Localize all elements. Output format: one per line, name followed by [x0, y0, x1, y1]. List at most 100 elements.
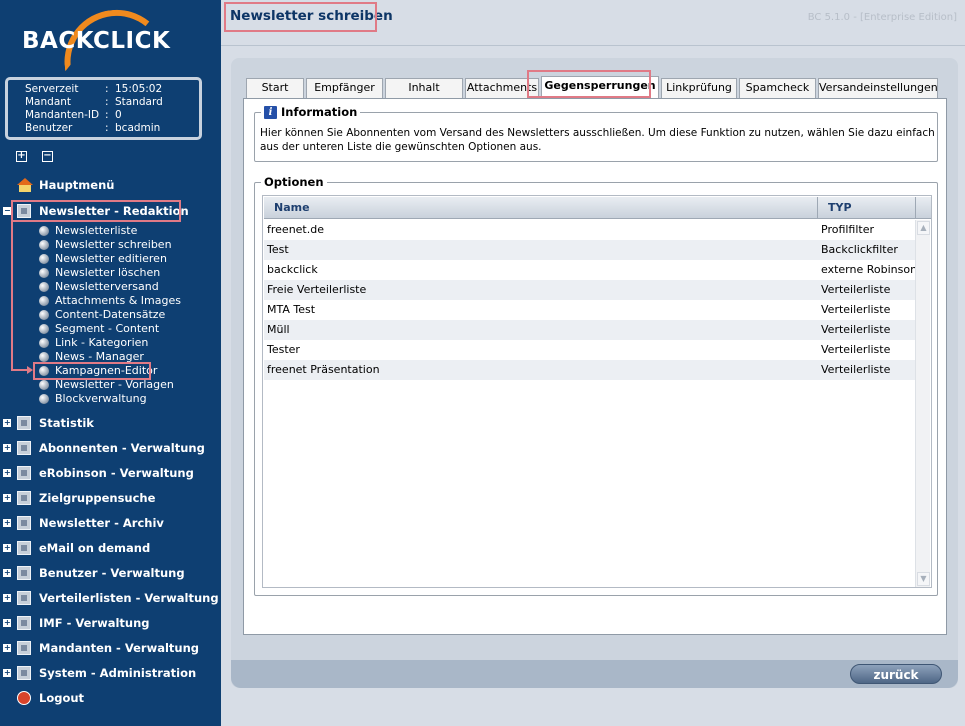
- bullet-icon: [39, 352, 49, 362]
- arrow-right-icon: [27, 366, 33, 374]
- folder-icon: [17, 516, 31, 530]
- tab-gegensperrungen[interactable]: Gegensperrungen: [541, 76, 659, 98]
- nav-newsletter-archiv[interactable]: + Newsletter - Archiv: [0, 513, 221, 533]
- nav-abonnenten-verwaltung[interactable]: + Abonnenten - Verwaltung: [0, 438, 221, 458]
- expand-toggle-icon[interactable]: +: [3, 469, 11, 477]
- version-label: BC 5.1.0 - [Enterprise Edition]: [807, 12, 957, 23]
- bullet-icon: [39, 366, 49, 376]
- nav-sub-attachments-images[interactable]: Attachments & Images: [39, 294, 181, 308]
- page-title: Newsletter schreiben: [230, 8, 393, 24]
- tab-content: i Information Hier können Sie Abonnenten…: [243, 98, 947, 635]
- info-row: Mandant: Standard: [25, 96, 163, 108]
- nav-sub-newsletter-vorlagen[interactable]: Newsletter - Vorlagen: [39, 378, 174, 392]
- content-area: Start Empfänger Inhalt Attachments Gegen…: [221, 46, 965, 726]
- nav-sub-kampagnen-editor[interactable]: Kampagnen-Editor: [39, 364, 157, 378]
- expand-toggle-icon[interactable]: +: [3, 594, 11, 602]
- bullet-icon: [39, 394, 49, 404]
- table-row[interactable]: Tester Verteilerliste: [264, 340, 916, 360]
- info-icon: i: [264, 105, 277, 119]
- tab-bar: Start Empfänger Inhalt Attachments Gegen…: [246, 76, 940, 98]
- nav-system-administration[interactable]: + System - Administration: [0, 663, 221, 683]
- scroll-down-icon[interactable]: ▼: [917, 572, 930, 586]
- nav-sub-newsletter-schreiben[interactable]: Newsletter schreiben: [39, 238, 172, 252]
- bullet-icon: [39, 310, 49, 320]
- expand-toggle-icon[interactable]: +: [3, 619, 11, 627]
- folder-open-icon: [17, 204, 31, 218]
- info-row: Mandanten-ID:0: [25, 109, 122, 121]
- expand-toggle-icon[interactable]: +: [3, 644, 11, 652]
- information-text: Hier können Sie Abonnenten vom Versand d…: [260, 127, 935, 153]
- tab-attachments[interactable]: Attachments: [465, 78, 539, 98]
- nav-sub-blockverwaltung[interactable]: Blockverwaltung: [39, 392, 147, 406]
- bullet-icon: [39, 282, 49, 292]
- collapse-all-button[interactable]: −: [42, 151, 53, 162]
- table-row[interactable]: backclickexterne Robinsonliste: [264, 260, 916, 280]
- nav-erobinson-verwaltung[interactable]: + eRobinson - Verwaltung: [0, 463, 221, 483]
- scroll-up-icon[interactable]: ▲: [917, 221, 930, 235]
- table-row[interactable]: freenet.de Profilfilter: [264, 220, 916, 240]
- expand-toggle-icon[interactable]: +: [3, 544, 11, 552]
- expand-toggle-icon[interactable]: +: [3, 419, 11, 427]
- folder-icon: [17, 591, 31, 605]
- expand-toggle-icon[interactable]: +: [3, 669, 11, 677]
- table-scrollbar[interactable]: ▲ ▼: [915, 220, 930, 587]
- table-row[interactable]: freenet Präsentation Verteilerliste: [264, 360, 916, 380]
- bullet-icon: [39, 296, 49, 306]
- nav-imf-verwaltung[interactable]: + IMF - Verwaltung: [0, 613, 221, 633]
- nav-sub-newsletterversand[interactable]: Newsletterversand: [39, 280, 159, 294]
- options-legend: Optionen: [261, 175, 327, 189]
- table-row[interactable]: MTA Test Verteilerliste: [264, 300, 916, 320]
- nav-sub-link-kategorien[interactable]: Link - Kategorien: [39, 336, 148, 350]
- nav-sub-news-manager[interactable]: News - Manager: [39, 350, 144, 364]
- backclick-logo: BACKCLICK: [20, 4, 180, 72]
- session-info-box: Serverzeit:15:05:02 Mandant: Standard Man…: [5, 77, 202, 140]
- bullet-icon: [39, 268, 49, 278]
- folder-icon: [17, 541, 31, 555]
- nav-newsletter-redaktion[interactable]: − Newsletter - Redaktion: [0, 201, 221, 221]
- tab-inhalt[interactable]: Inhalt: [385, 78, 463, 98]
- tab-empfaenger[interactable]: Empfänger: [306, 78, 383, 98]
- collapse-toggle-icon[interactable]: −: [3, 207, 11, 215]
- nav-logout[interactable]: Logout: [0, 688, 221, 708]
- bottom-bar: zurück: [231, 660, 958, 688]
- expand-toggle-icon[interactable]: +: [3, 519, 11, 527]
- nav-zielgruppensuche[interactable]: + Zielgruppensuche: [0, 488, 221, 508]
- tab-start[interactable]: Start: [246, 78, 304, 98]
- home-icon: [17, 178, 33, 192]
- column-header-typ[interactable]: TYP: [818, 197, 916, 218]
- nav-sub-newsletter-editieren[interactable]: Newsletter editieren: [39, 252, 167, 266]
- folder-icon: [17, 666, 31, 680]
- expand-toggle-icon[interactable]: +: [3, 444, 11, 452]
- table-row[interactable]: Test Backclickfilter: [264, 240, 916, 260]
- nav-sub-content-datensaetze[interactable]: Content-Datensätze: [39, 308, 165, 322]
- folder-icon: [17, 491, 31, 505]
- table-row[interactable]: Müll Verteilerliste: [264, 320, 916, 340]
- tab-linkpruefung[interactable]: Linkprüfung: [661, 78, 737, 98]
- tab-versandeinstellungen[interactable]: Versandeinstellungen: [818, 78, 938, 98]
- expand-toggle-icon[interactable]: +: [3, 569, 11, 577]
- nav-sub-segment-content[interactable]: Segment - Content: [39, 322, 159, 336]
- nav-sub-newsletterliste[interactable]: Newsletterliste: [39, 224, 137, 238]
- back-button[interactable]: zurück: [850, 664, 942, 684]
- table-header: Name TYP: [264, 197, 931, 219]
- nav-sub-newsletter-loeschen[interactable]: Newsletter löschen: [39, 266, 160, 280]
- information-legend: i Information: [261, 105, 361, 119]
- folder-icon: [17, 566, 31, 580]
- column-header-name[interactable]: Name: [264, 197, 818, 218]
- nav-mandanten-verwaltung[interactable]: + Mandanten - Verwaltung: [0, 638, 221, 658]
- nav-main-menu[interactable]: Hauptmenü: [0, 175, 221, 195]
- power-icon: [17, 691, 31, 705]
- table-row[interactable]: Freie Verteilerliste Verteilerliste: [264, 280, 916, 300]
- nav-benutzer-verwaltung[interactable]: + Benutzer - Verwaltung: [0, 563, 221, 583]
- folder-icon: [17, 441, 31, 455]
- expand-toggle-icon[interactable]: +: [3, 494, 11, 502]
- nav-statistik[interactable]: + Statistik: [0, 413, 221, 433]
- expand-all-button[interactable]: +: [16, 151, 27, 162]
- tab-spamcheck[interactable]: Spamcheck: [739, 78, 816, 98]
- wizard-panel: Start Empfänger Inhalt Attachments Gegen…: [231, 58, 958, 688]
- info-row: Serverzeit:15:05:02: [25, 83, 163, 95]
- nav-verteilerlisten-verwaltung[interactable]: + Verteilerlisten - Verwaltung: [0, 588, 221, 608]
- bullet-icon: [39, 226, 49, 236]
- nav-email-on-demand[interactable]: + eMail on demand: [0, 538, 221, 558]
- folder-icon: [17, 641, 31, 655]
